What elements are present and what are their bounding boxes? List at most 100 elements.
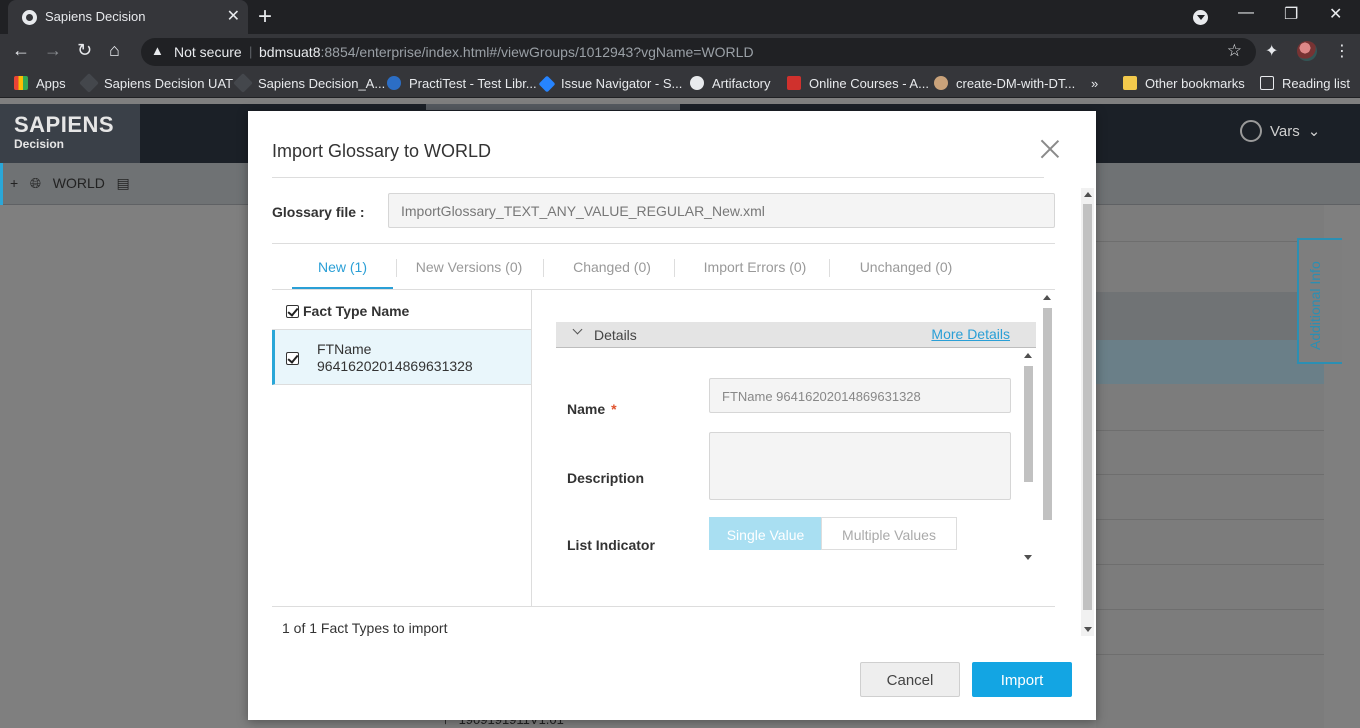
- bookmark-label: Issue Navigator - S...: [561, 76, 683, 91]
- browser-tab[interactable]: Sapiens Decision ✕: [8, 0, 248, 34]
- list-header: Fact Type Name: [272, 290, 531, 330]
- scroll-thumb[interactable]: [1024, 366, 1033, 482]
- multiple-values-option[interactable]: Multiple Values: [821, 517, 957, 550]
- bg-divider: [1096, 654, 1324, 655]
- tab-search-icon[interactable]: [1193, 10, 1208, 25]
- window-close-icon[interactable]: ✕: [1329, 4, 1342, 24]
- list-item-line2: 96416202014869631328: [317, 358, 473, 374]
- bookmark-label: Other bookmarks: [1145, 76, 1245, 91]
- reading-list[interactable]: Reading list: [1260, 76, 1350, 91]
- row-checkbox[interactable]: [286, 352, 299, 365]
- bookmark-label: create-DM-with-DT...: [956, 76, 1076, 91]
- new-tab-icon[interactable]: +: [258, 3, 272, 31]
- breadcrumb[interactable]: + 🌐︎ WORLD ▤: [10, 175, 130, 192]
- name-field[interactable]: FTName 96416202014869631328: [709, 378, 1011, 413]
- bookmark-label: PractiTest - Test Libr...: [409, 76, 537, 91]
- glossary-file-label: Glossary file :: [272, 204, 365, 220]
- import-glossary-dialog: Import Glossary to WORLD Glossary file :…: [248, 111, 1096, 720]
- bookmark-sapiens-uat[interactable]: Sapiens Decision UAT: [79, 73, 234, 93]
- minimize-icon[interactable]: —: [1238, 4, 1254, 22]
- dialog-scrollbar[interactable]: [1081, 188, 1094, 636]
- tab-import-errors[interactable]: Import Errors (0): [680, 247, 830, 289]
- single-value-option[interactable]: Single Value: [709, 517, 822, 550]
- bookmark-sapiens-a[interactable]: Sapiens Decision_A...: [233, 73, 385, 93]
- details-scrollbar[interactable]: [1040, 292, 1054, 566]
- scroll-up-icon[interactable]: [1024, 353, 1032, 358]
- bookmark-create-dm[interactable]: create-DM-with-DT...: [934, 76, 1075, 91]
- scroll-down-icon[interactable]: [1084, 627, 1092, 632]
- tab-changed[interactable]: Changed (0): [549, 247, 675, 289]
- extensions-icon[interactable]: ✦: [1265, 41, 1278, 61]
- apps-grid-icon: [14, 76, 28, 90]
- forward-icon[interactable]: →: [44, 40, 62, 61]
- bookmark-label: Apps: [36, 76, 66, 91]
- list-indicator-label: List Indicator: [567, 537, 655, 553]
- jira-icon: [538, 75, 556, 93]
- user-menu[interactable]: Vars ⌄: [1240, 120, 1320, 142]
- document-icon: ▤: [116, 175, 130, 191]
- details-section-header[interactable]: Details More Details: [556, 322, 1036, 348]
- sapiens-icon: [79, 73, 99, 93]
- tab-unchanged[interactable]: Unchanged (0): [835, 247, 977, 289]
- site-favicon-icon: [22, 10, 37, 25]
- bookmark-online-courses[interactable]: Online Courses - A...: [787, 76, 929, 91]
- bookmarks-overflow[interactable]: »: [1091, 76, 1098, 91]
- description-field[interactable]: [709, 432, 1011, 500]
- scroll-up-icon[interactable]: [1043, 295, 1051, 300]
- bookmark-star-icon[interactable]: ☆: [1227, 41, 1242, 61]
- scroll-down-icon[interactable]: [1024, 555, 1032, 560]
- tab-close-icon[interactable]: ✕: [227, 6, 240, 26]
- chevron-down-icon[interactable]: [572, 324, 583, 335]
- browser-tabstrip: Sapiens Decision ✕ + — ❐ ✕: [0, 0, 1360, 34]
- expand-icon[interactable]: +: [10, 175, 18, 191]
- description-label: Description: [567, 470, 645, 486]
- bookmark-label: Online Courses - A...: [809, 76, 929, 91]
- home-icon[interactable]: ⌂: [109, 40, 120, 61]
- details-panel: Details More Details Name * FTName 964162…: [532, 290, 1055, 606]
- logo-sub: Decision: [14, 137, 65, 151]
- tab-divider: [543, 259, 544, 277]
- select-all-checkbox[interactable]: [286, 305, 299, 318]
- bookmark-issue-navigator[interactable]: Issue Navigator - S...: [538, 75, 683, 93]
- close-icon[interactable]: [1040, 139, 1060, 159]
- restore-icon[interactable]: ❐: [1284, 4, 1298, 24]
- additional-info-label: Additional Info: [1307, 261, 1323, 350]
- glossary-file-field[interactable]: ImportGlossary_TEXT_ANY_VALUE_REGULAR_Ne…: [388, 193, 1055, 228]
- cancel-button[interactable]: Cancel: [860, 662, 960, 697]
- background-panel: [1096, 205, 1324, 728]
- title-divider: [272, 177, 1044, 178]
- name-label-text: Name: [567, 401, 606, 417]
- menu-dots-icon[interactable]: ⋮: [1334, 41, 1350, 61]
- scroll-up-icon[interactable]: [1084, 192, 1092, 197]
- required-mark: *: [611, 401, 617, 417]
- list-item[interactable]: FTName 96416202014869631328: [272, 330, 531, 385]
- security-label[interactable]: Not secure: [174, 44, 242, 60]
- url-text[interactable]: bdmsuat8:8854/enterprise/index.html#/vie…: [259, 44, 754, 60]
- avatar-icon: [934, 76, 948, 90]
- more-details-link[interactable]: More Details: [931, 326, 1010, 342]
- bg-divider: [1096, 609, 1324, 610]
- additional-info-tab[interactable]: Additional Info: [1297, 238, 1342, 364]
- import-button[interactable]: Import: [972, 662, 1072, 697]
- bg-divider: [1096, 519, 1324, 520]
- dialog-title: Import Glossary to WORLD: [272, 141, 492, 161]
- bookmark-artifactory[interactable]: Artifactory: [690, 76, 771, 91]
- import-tabs: New (1) New Versions (0) Changed (0) Imp…: [272, 247, 1055, 289]
- scroll-thumb[interactable]: [1043, 308, 1052, 520]
- chevron-down-icon: ⌄: [1307, 123, 1321, 140]
- back-icon[interactable]: ←: [12, 40, 30, 61]
- address-bar[interactable]: ▲ Not secure | bdmsuat8:8854/enterprise/…: [141, 38, 1256, 66]
- details-inner-scrollbar[interactable]: [1021, 350, 1035, 563]
- bookmark-label: Sapiens Decision UAT: [104, 76, 234, 91]
- reload-icon[interactable]: ↻: [77, 40, 92, 61]
- bookmark-practitest[interactable]: PractiTest - Test Libr...: [387, 76, 537, 91]
- tab-divider: [674, 259, 675, 277]
- tab-new-versions[interactable]: New Versions (0): [402, 247, 536, 289]
- tab-title: Sapiens Decision: [45, 9, 146, 24]
- scroll-thumb[interactable]: [1083, 204, 1092, 610]
- bookmark-other[interactable]: Other bookmarks: [1123, 76, 1245, 91]
- browser-toolbar: ← → ↻ ⌂ ▲ Not secure | bdmsuat8:8854/ent…: [0, 34, 1360, 70]
- tab-new[interactable]: New (1): [292, 247, 393, 289]
- profile-avatar[interactable]: [1297, 41, 1317, 61]
- bookmark-apps[interactable]: Apps: [14, 76, 66, 91]
